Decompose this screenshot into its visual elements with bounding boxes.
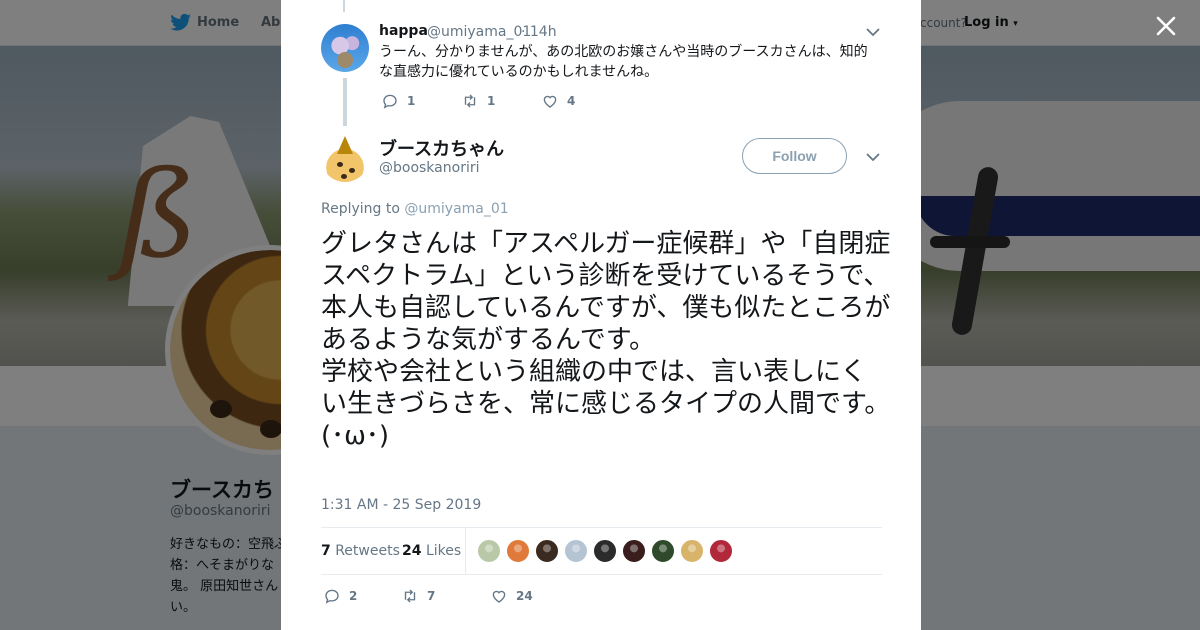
retweet-icon	[404, 589, 416, 603]
retweet-count: 1	[487, 94, 496, 108]
reply-author-avatar[interactable]	[321, 24, 369, 72]
retweets-stat-count: 7	[321, 543, 331, 559]
like-button[interactable]: 4	[541, 92, 621, 110]
like-button[interactable]: 24	[490, 587, 570, 605]
likes-stat-count: 24	[402, 543, 422, 559]
reply-tweet-actions: 1 1 4	[381, 92, 621, 110]
close-icon[interactable]	[1152, 12, 1180, 40]
avatar-spot	[341, 174, 347, 179]
reply-button[interactable]: 2	[323, 587, 401, 605]
liker-avatar[interactable]	[709, 539, 733, 563]
tweet-actions: 2 7 24	[323, 587, 570, 605]
liker-avatar[interactable]	[564, 539, 588, 563]
reply-button[interactable]: 1	[381, 92, 461, 110]
reply-icon	[325, 589, 339, 604]
liker-avatars	[477, 539, 733, 563]
chevron-down-icon[interactable]	[866, 27, 880, 37]
liker-avatar[interactable]	[477, 539, 501, 563]
thread-line	[343, 78, 347, 126]
avatar-hat	[337, 136, 353, 154]
heart-icon	[492, 590, 506, 603]
reply-timestamp[interactable]: · 14h	[521, 24, 557, 40]
likes-stat-label: Likes	[425, 543, 462, 559]
retweet-count: 7	[427, 589, 436, 603]
reply-author-handle[interactable]: @umiyama_01	[427, 24, 531, 40]
tweet-author-name[interactable]: ブースカちゃん	[379, 135, 504, 161]
like-count: 4	[567, 94, 576, 108]
liker-avatar[interactable]	[593, 539, 617, 563]
reply-author-name[interactable]: happa	[379, 23, 428, 39]
tweet-author-handle[interactable]: @booskanoriri	[379, 160, 479, 176]
retweets-stat[interactable]: 7 Retweets	[321, 543, 400, 559]
liker-avatar[interactable]	[622, 539, 646, 563]
thread-line	[343, 0, 345, 12]
replying-to-link[interactable]: @umiyama_01	[404, 201, 508, 217]
liker-avatar[interactable]	[535, 539, 559, 563]
follow-button[interactable]: Follow	[742, 138, 847, 174]
tweet-timestamp[interactable]: 1:31 AM - 25 Sep 2019	[321, 497, 481, 513]
retweets-stat-label: Retweets	[335, 543, 400, 559]
tweet-text: グレタさんは「アスペルガー症候群」や「自閉症スペクトラム」という診断を受けている…	[321, 229, 891, 451]
tweet-author-avatar[interactable]	[321, 134, 369, 182]
retweet-button[interactable]: 1	[461, 92, 541, 110]
like-count: 24	[516, 589, 533, 603]
reply-icon	[383, 94, 397, 109]
replying-to-prefix: Replying to	[321, 201, 405, 217]
retweet-button[interactable]: 7	[401, 587, 490, 605]
liker-avatar[interactable]	[680, 539, 704, 563]
retweet-icon	[464, 94, 476, 108]
avatar-spot	[349, 168, 355, 173]
heart-icon	[543, 95, 557, 108]
reply-count: 2	[349, 589, 358, 603]
tweet-permalink-modal: happa @umiyama_01 · 14h うーん、分かりませんが、あの北欧…	[281, 0, 921, 630]
reply-tweet-text: うーん、分かりませんが、あの北欧のお嬢さんや当時のブースカさんは、知的な直感力に…	[379, 44, 868, 80]
avatar-spot	[337, 162, 343, 167]
liker-avatar[interactable]	[506, 539, 530, 563]
chevron-down-icon[interactable]	[866, 152, 880, 162]
tweet-stats: 7 Retweets 24 Likes	[321, 527, 882, 575]
likes-stat[interactable]: 24 Likes	[402, 543, 461, 559]
stats-divider	[465, 528, 466, 575]
reply-count: 1	[407, 94, 416, 108]
liker-avatar[interactable]	[651, 539, 675, 563]
replying-to-line: Replying to @umiyama_01	[321, 201, 509, 217]
